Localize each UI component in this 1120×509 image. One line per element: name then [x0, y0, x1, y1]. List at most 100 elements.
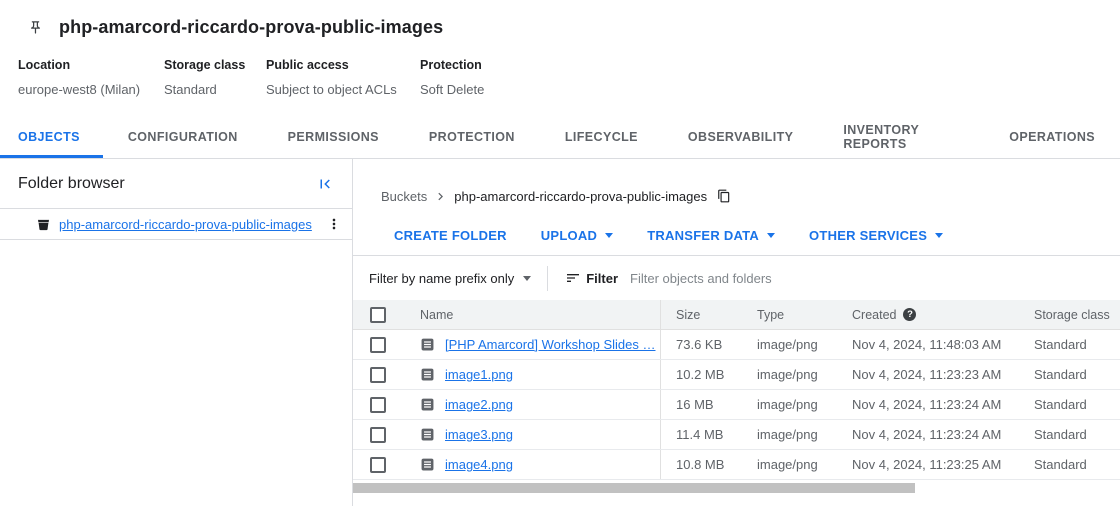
- object-size: 73.6 KB: [660, 330, 745, 359]
- objects-toolbar: CREATE FOLDER UPLOAD TRANSFER DATA OTHER…: [353, 216, 1120, 256]
- tab-label: OBSERVABILITY: [688, 130, 793, 144]
- object-created: Nov 4, 2024, 11:23:23 AM: [840, 360, 1021, 389]
- file-icon: [420, 367, 435, 382]
- tab-bar: OBJECTS CONFIGURATION PERMISSIONS PROTEC…: [0, 118, 1120, 159]
- object-created: Nov 4, 2024, 11:23:24 AM: [840, 390, 1021, 419]
- divider: [547, 266, 548, 291]
- filter-input[interactable]: [630, 271, 1120, 286]
- scrollbar-thumb[interactable]: [353, 483, 915, 493]
- tab-label: CONFIGURATION: [128, 130, 238, 144]
- pin-icon[interactable]: [28, 20, 43, 35]
- table-row: image1.png 10.2 MB image/png Nov 4, 2024…: [353, 360, 1120, 390]
- object-size: 10.8 MB: [660, 450, 745, 479]
- column-header-type[interactable]: Type: [745, 300, 840, 329]
- file-icon: [420, 397, 435, 412]
- more-vert-icon[interactable]: [326, 216, 342, 232]
- create-folder-button[interactable]: CREATE FOLDER: [382, 218, 519, 254]
- filter-scope-label: Filter by name prefix only: [369, 271, 514, 286]
- filter-icon: [565, 270, 581, 286]
- column-header-created[interactable]: Created ?: [840, 300, 1021, 329]
- chevron-right-icon: [433, 189, 448, 204]
- object-name-link[interactable]: [PHP Amarcord] Workshop Slides …: [445, 337, 656, 352]
- tab-label: PERMISSIONS: [288, 130, 379, 144]
- collapse-panel-icon[interactable]: [316, 175, 334, 193]
- meta-label: Public access: [266, 58, 404, 72]
- meta-location: Location europe-west8 (Milan): [18, 58, 164, 97]
- help-icon[interactable]: ?: [903, 308, 916, 321]
- bucket-header: php-amarcord-riccardo-prova-public-image…: [0, 0, 1120, 97]
- row-checkbox[interactable]: [370, 457, 386, 473]
- toolbar-button-label: OTHER SERVICES: [809, 228, 927, 243]
- object-name-link[interactable]: image3.png: [445, 427, 513, 442]
- filter-bar: Filter by name prefix only Filter: [353, 256, 1120, 300]
- filter-scope-dropdown[interactable]: Filter by name prefix only: [369, 271, 531, 286]
- bucket-icon: [36, 217, 51, 232]
- object-name-link[interactable]: image4.png: [445, 457, 513, 472]
- select-all-checkbox[interactable]: [370, 307, 386, 323]
- filter-label: Filter: [586, 271, 618, 286]
- object-storage-class: Standard: [1021, 330, 1120, 359]
- table-row: image4.png 10.8 MB image/png Nov 4, 2024…: [353, 450, 1120, 480]
- meta-storage-class: Storage class Standard: [164, 58, 266, 97]
- copy-icon[interactable]: [717, 189, 731, 203]
- tab-label: OBJECTS: [18, 130, 80, 144]
- table-row: image3.png 11.4 MB image/png Nov 4, 2024…: [353, 420, 1120, 450]
- row-checkbox[interactable]: [370, 337, 386, 353]
- object-size: 11.4 MB: [660, 420, 745, 449]
- tab-permissions[interactable]: PERMISSIONS: [263, 118, 404, 158]
- chevron-down-icon: [523, 276, 531, 281]
- object-storage-class: Standard: [1021, 360, 1120, 389]
- tab-configuration[interactable]: CONFIGURATION: [103, 118, 263, 158]
- tab-operations[interactable]: OPERATIONS: [984, 118, 1120, 158]
- object-size: 10.2 MB: [660, 360, 745, 389]
- row-checkbox[interactable]: [370, 427, 386, 443]
- folder-browser-bucket-row[interactable]: php-amarcord-riccardo-prova-public-image…: [0, 209, 352, 240]
- meta-label: Protection: [420, 58, 484, 72]
- transfer-data-button[interactable]: TRANSFER DATA: [635, 218, 787, 254]
- row-checkbox[interactable]: [370, 367, 386, 383]
- horizontal-scrollbar[interactable]: [353, 483, 1120, 493]
- toolbar-button-label: TRANSFER DATA: [647, 228, 759, 243]
- object-storage-class: Standard: [1021, 450, 1120, 479]
- tab-lifecycle[interactable]: LIFECYCLE: [540, 118, 663, 158]
- toolbar-button-label: UPLOAD: [541, 228, 597, 243]
- object-created: Nov 4, 2024, 11:48:03 AM: [840, 330, 1021, 359]
- table-body: [PHP Amarcord] Workshop Slides … 73.6 KB…: [353, 330, 1120, 480]
- object-storage-class: Standard: [1021, 420, 1120, 449]
- tab-inventory-reports[interactable]: INVENTORY REPORTS: [818, 118, 984, 158]
- meta-value: Standard: [164, 82, 250, 97]
- breadcrumb-buckets-link[interactable]: Buckets: [381, 189, 427, 204]
- other-services-button[interactable]: OTHER SERVICES: [797, 218, 955, 254]
- object-name-link[interactable]: image1.png: [445, 367, 513, 382]
- object-created: Nov 4, 2024, 11:23:25 AM: [840, 450, 1021, 479]
- column-header-storage-class[interactable]: Storage class: [1021, 300, 1120, 329]
- meta-public-access: Public access Subject to object ACLs: [266, 58, 420, 97]
- object-type: image/png: [745, 330, 840, 359]
- tab-protection[interactable]: PROTECTION: [404, 118, 540, 158]
- object-size: 16 MB: [660, 390, 745, 419]
- bucket-tree-link[interactable]: php-amarcord-riccardo-prova-public-image…: [59, 217, 312, 232]
- object-type: image/png: [745, 390, 840, 419]
- chevron-down-icon: [605, 233, 613, 238]
- object-type: image/png: [745, 420, 840, 449]
- folder-browser-panel: Folder browser php-amarcord-riccardo-pro…: [0, 159, 353, 506]
- objects-table: Name Size Type Created ? Storage class: [353, 300, 1120, 480]
- table-row: image2.png 16 MB image/png Nov 4, 2024, …: [353, 390, 1120, 420]
- file-icon: [420, 337, 435, 352]
- object-storage-class: Standard: [1021, 390, 1120, 419]
- tab-label: INVENTORY REPORTS: [843, 123, 959, 151]
- tab-label: LIFECYCLE: [565, 130, 638, 144]
- objects-main: Buckets php-amarcord-riccardo-prova-publ…: [353, 159, 1120, 506]
- tab-objects[interactable]: OBJECTS: [0, 118, 103, 158]
- page-title: php-amarcord-riccardo-prova-public-image…: [59, 17, 443, 38]
- column-header-size[interactable]: Size: [660, 300, 745, 329]
- row-checkbox[interactable]: [370, 397, 386, 413]
- object-name-link[interactable]: image2.png: [445, 397, 513, 412]
- folder-browser-title: Folder browser: [18, 175, 125, 193]
- column-header-name[interactable]: Name: [404, 300, 660, 329]
- upload-button[interactable]: UPLOAD: [529, 218, 625, 254]
- tab-observability[interactable]: OBSERVABILITY: [663, 118, 818, 158]
- meta-value: europe-west8 (Milan): [18, 82, 148, 97]
- meta-value: Soft Delete: [420, 82, 484, 97]
- meta-value: Subject to object ACLs: [266, 82, 404, 97]
